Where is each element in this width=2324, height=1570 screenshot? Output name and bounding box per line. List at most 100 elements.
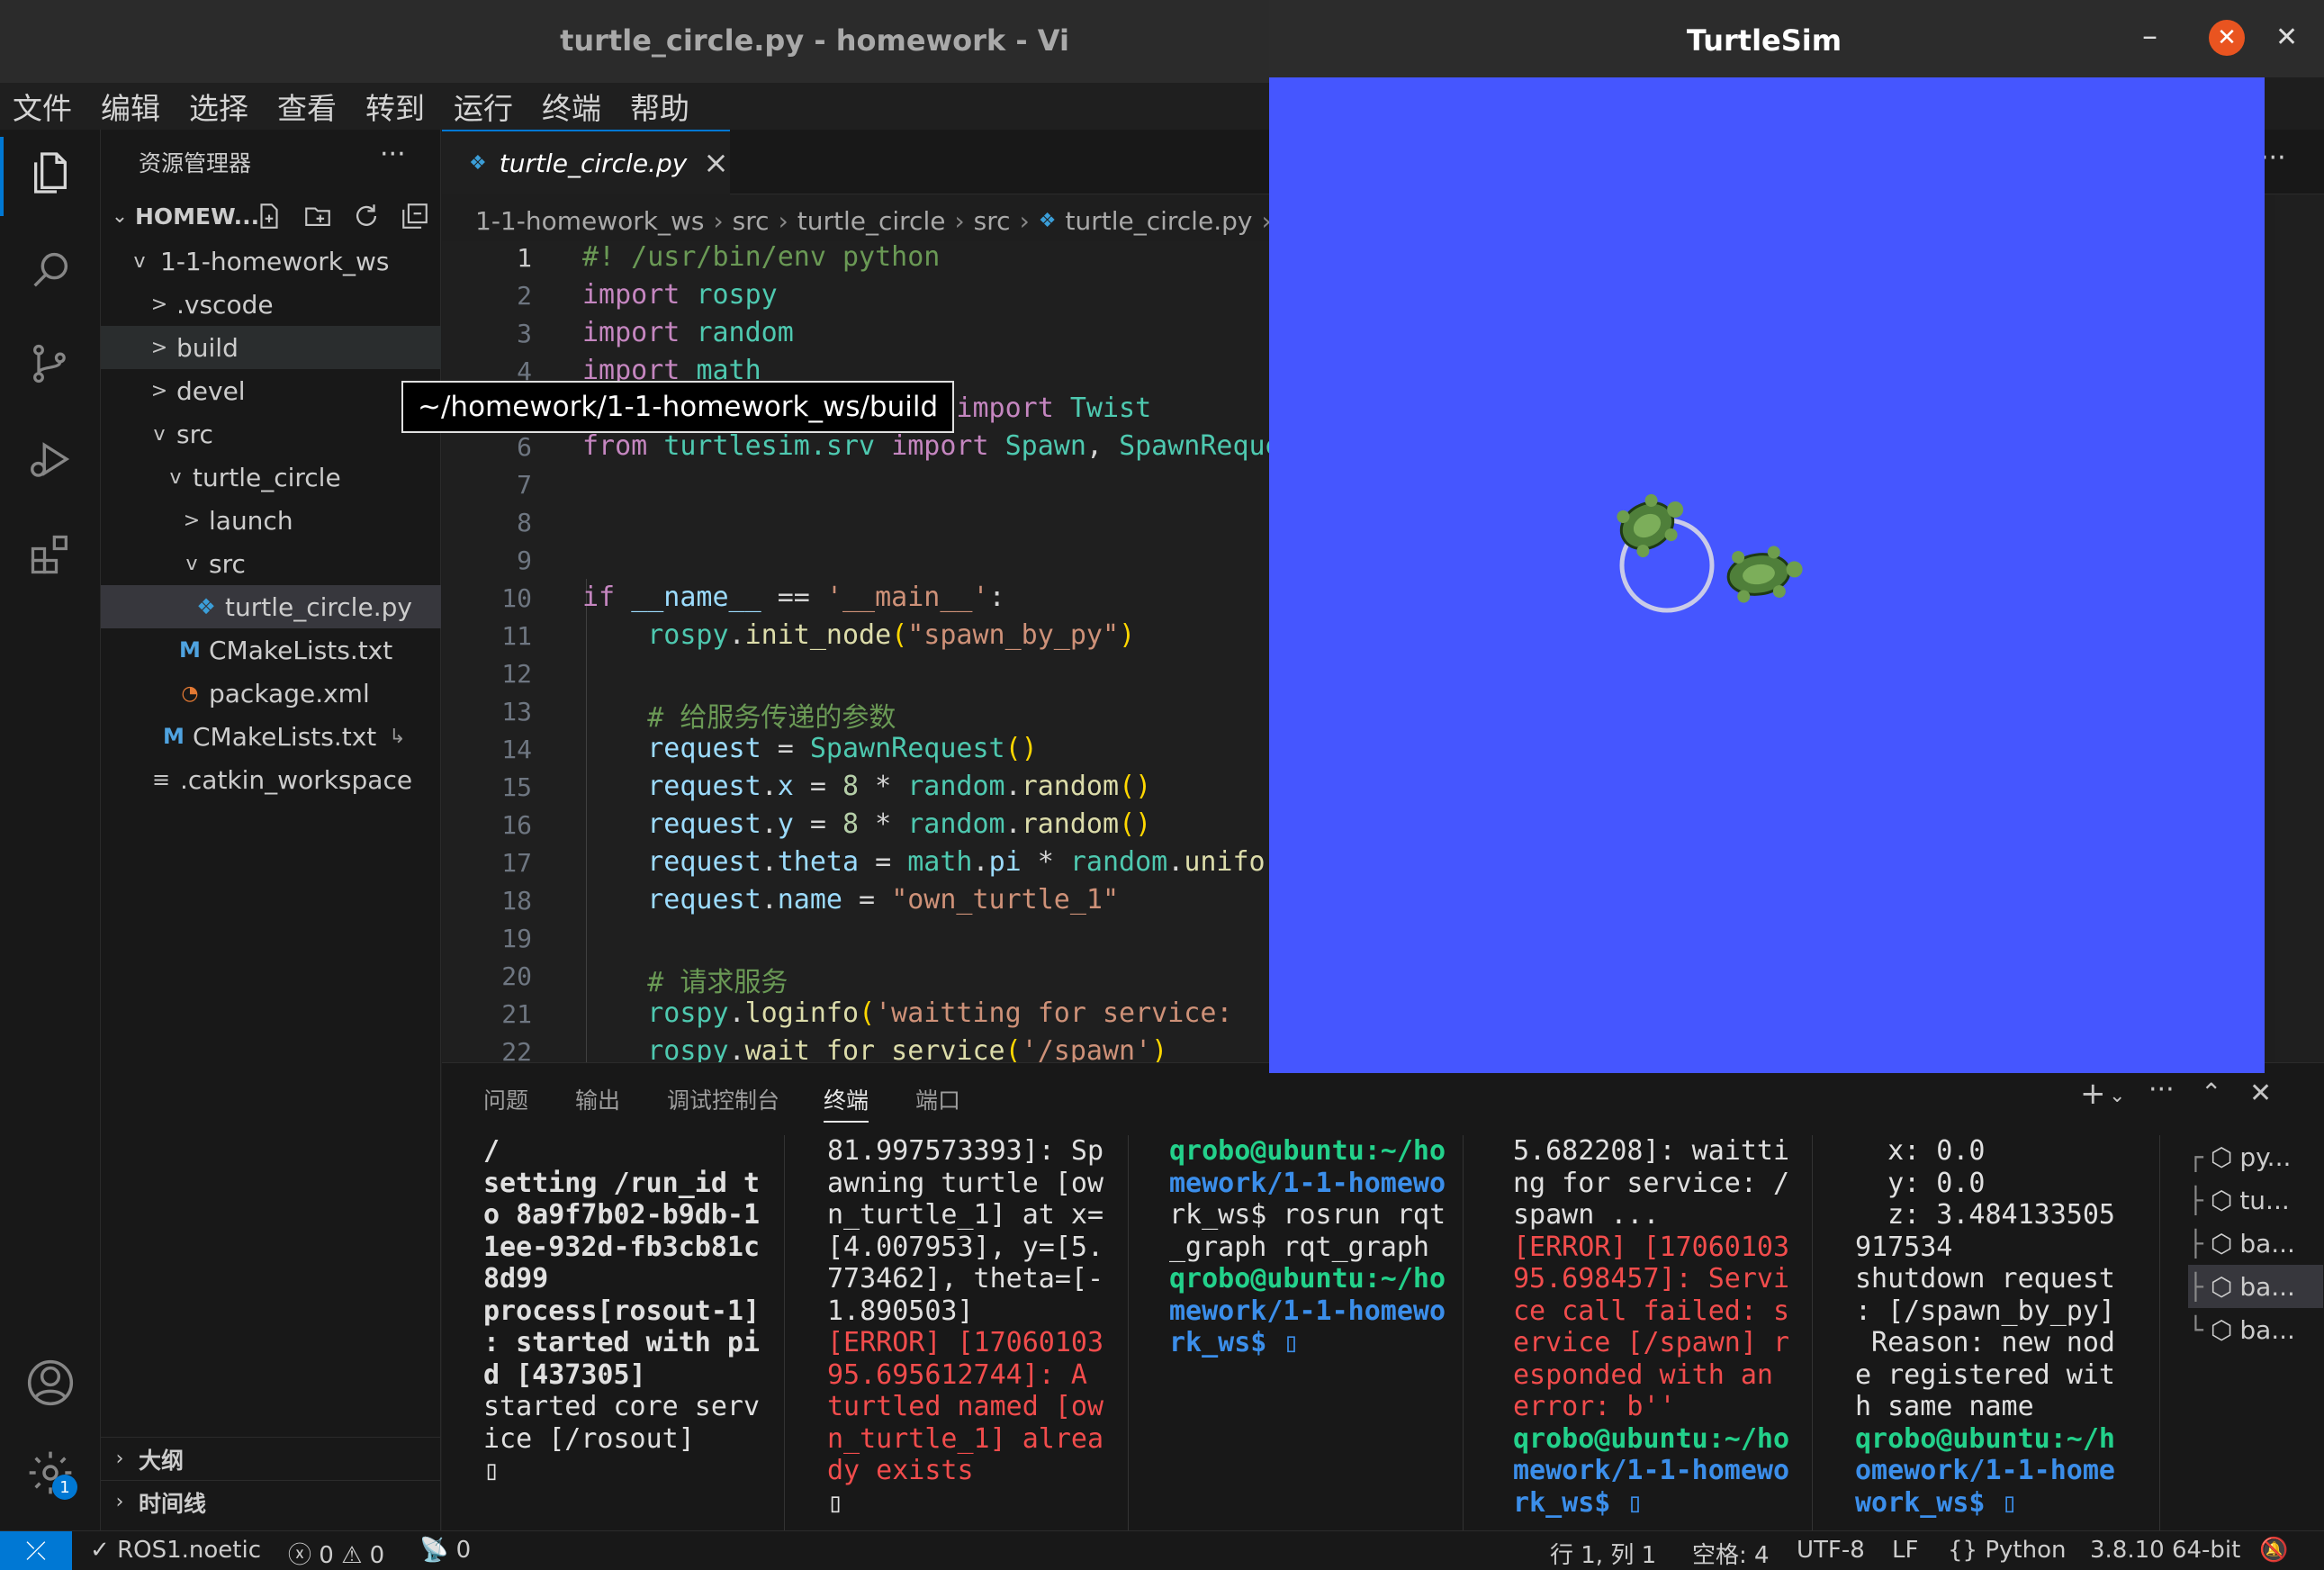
menu-help[interactable]: 帮助: [630, 85, 689, 128]
term-line: mework/1-1-homewo: [1513, 1455, 1790, 1486]
tree-label: CMakeLists.txt: [193, 721, 377, 752]
tree-file-cmakelists[interactable]: M CMakeLists.txt: [101, 628, 441, 672]
tab-turtle-circle-py[interactable]: ❖ turtle_circle.py ×: [442, 130, 730, 194]
terminal-list-item[interactable]: └ ⬡ ba...: [2188, 1308, 2323, 1351]
tree-file-cmakelists-root[interactable]: M CMakeLists.txt ↳: [101, 715, 441, 758]
tree-file-package-xml[interactable]: ◔ package.xml: [101, 672, 441, 715]
close-icon[interactable]: ✕: [2275, 22, 2298, 53]
chevron-right-icon: >: [150, 336, 168, 359]
line-number: 10: [501, 583, 532, 613]
tree-file-turtle-circle-py[interactable]: ❖ turtle_circle.py: [101, 585, 441, 628]
problems-status[interactable]: ⓧ 0 ⚠ 0: [288, 1537, 384, 1570]
code-line-21: rospy.wait_for_service('/spawn'): [647, 1035, 1168, 1062]
tree-folder-src-inner[interactable]: v src: [101, 542, 441, 585]
terminal-3[interactable]: qrobo@ubuntu:~/ho mework/1-1-homewo rk_ws$…: [1169, 1135, 1484, 1522]
tree-file-catkin-workspace[interactable]: ≡ .catkin_workspace: [101, 758, 441, 801]
tree-folder-launch[interactable]: > launch: [101, 499, 441, 542]
tree-folder-devel[interactable]: > devel: [101, 369, 441, 412]
terminal-list-item[interactable]: ├ ⬡ tu...: [2188, 1178, 2323, 1222]
breadcrumb-item[interactable]: src: [974, 206, 1011, 236]
menu-go[interactable]: 转到: [365, 85, 425, 128]
outline-section[interactable]: › 大纲: [101, 1437, 441, 1480]
cursor-position[interactable]: 行 1, 列 1: [1550, 1537, 1656, 1570]
breadcrumb-item[interactable]: turtle_circle: [797, 206, 946, 236]
extensions-icon[interactable]: [22, 526, 79, 583]
tab-problems[interactable]: 问题: [483, 1083, 528, 1115]
python-interpreter[interactable]: 3.8.10 64-bit: [2090, 1537, 2240, 1564]
menu-terminal[interactable]: 终端: [542, 85, 601, 128]
new-folder-icon[interactable]: [302, 201, 333, 231]
run-debug-icon[interactable]: [22, 430, 79, 488]
terminal-divider[interactable]: [2159, 1135, 2160, 1531]
tree-branch-icon: └: [2188, 1314, 2203, 1345]
terminal-list-item[interactable]: ├ ⬡ ba...: [2188, 1222, 2323, 1265]
workspace-header[interactable]: ⌄ HOMEW...: [101, 194, 441, 238]
terminal-1[interactable]: / setting /run_id to 8a9f7b02-b9db-1 1ee-9…: [483, 1135, 798, 1522]
term-line: 95.695612744]: A: [827, 1358, 1104, 1391]
explorer-icon[interactable]: [22, 144, 79, 202]
tree-folder-1-1-homework-ws[interactable]: v 1-1-homework_ws: [101, 239, 441, 283]
ports-status[interactable]: 📡 0: [419, 1537, 471, 1564]
search-icon[interactable]: [22, 241, 79, 299]
line-number: 9: [517, 546, 532, 575]
terminal-5[interactable]: x: 0.0 y: 0.0 z: 3.484133505 917534 shutdo…: [1855, 1135, 2170, 1522]
terminal-list-item[interactable]: ┌ ⬡ py...: [2188, 1135, 2323, 1178]
indentation[interactable]: 空格: 4: [1692, 1537, 1770, 1570]
warning-count: 0: [369, 1542, 385, 1569]
explorer-more-button[interactable]: ···: [380, 139, 406, 170]
eol[interactable]: LF: [1892, 1537, 1918, 1564]
source-control-icon[interactable]: [22, 335, 79, 392]
menu-run[interactable]: 运行: [454, 85, 513, 128]
terminal-divider[interactable]: [1812, 1135, 1813, 1531]
terminal-divider[interactable]: [1463, 1135, 1464, 1531]
new-file-icon[interactable]: [254, 201, 284, 231]
ros-profile[interactable]: ✓ ROS1.noetic: [90, 1537, 261, 1564]
tree-folder-turtle-circle[interactable]: v turtle_circle: [101, 456, 441, 499]
timeline-section[interactable]: › 时间线: [101, 1480, 441, 1523]
window-title: turtle_circle.py - homework - Vi: [560, 23, 1069, 58]
tree-label: .catkin_workspace: [180, 764, 413, 795]
terminal-list-item[interactable]: ├ ⬡ ba...: [2188, 1265, 2323, 1308]
tab-debug-console[interactable]: 调试控制台: [667, 1083, 779, 1115]
minimize-button[interactable]: –: [2142, 18, 2157, 54]
menu-file[interactable]: 文件: [13, 85, 72, 128]
term-line: o 8a9f7b02-b9db-1: [483, 1199, 761, 1231]
terminal-list-label: ba...: [2239, 1228, 2295, 1259]
tree-folder-vscode[interactable]: > .vscode: [101, 283, 441, 326]
collapse-all-icon[interactable]: [400, 201, 430, 231]
tab-terminal[interactable]: 终端: [824, 1083, 869, 1123]
tree-label: build: [176, 332, 239, 363]
term-line: : [/spawn_by_py]: [1855, 1295, 2115, 1327]
notifications-icon[interactable]: 🔕: [2259, 1537, 2288, 1564]
refresh-icon[interactable]: [351, 201, 382, 231]
tree-folder-src[interactable]: v src: [101, 412, 441, 456]
tree-folder-build[interactable]: > build: [101, 326, 441, 369]
close-button[interactable]: ✕: [2209, 20, 2245, 56]
menu-selection[interactable]: 选择: [189, 85, 248, 128]
chevron-down-icon[interactable]: ⌄: [2109, 1085, 2125, 1107]
check-icon: ✓: [90, 1537, 118, 1564]
code-editor[interactable]: 1 2 3 4 5 6 7 8 9 10 11 12 13 14 15 16 1…: [442, 241, 1270, 1062]
remote-icon[interactable]: ⤫: [0, 1531, 72, 1570]
line-number: 22: [501, 1037, 532, 1062]
breadcrumb-item[interactable]: src: [733, 206, 770, 236]
breadcrumb-item[interactable]: turtle_circle.py: [1066, 206, 1253, 236]
terminal-2[interactable]: 81.997573393]: Sp awning turtle [ow n_turt…: [827, 1135, 1142, 1522]
line-number: 1: [517, 243, 532, 273]
menu-view[interactable]: 查看: [277, 85, 337, 128]
terminal-divider[interactable]: [1128, 1135, 1129, 1531]
tab-ports[interactable]: 端口: [915, 1083, 960, 1115]
breadcrumb-item[interactable]: 1-1-homework_ws: [475, 206, 704, 236]
menu-edit[interactable]: 编辑: [101, 85, 160, 128]
terminal-4[interactable]: 5.682208]: waitti ng for service: / spawn …: [1513, 1135, 1828, 1522]
tab-output[interactable]: 输出: [575, 1083, 620, 1115]
terminal-divider[interactable]: [784, 1135, 785, 1531]
new-terminal-icon[interactable]: +: [2080, 1076, 2106, 1112]
close-icon[interactable]: ×: [703, 145, 729, 181]
language-mode[interactable]: {} Python: [1948, 1537, 2066, 1564]
account-icon[interactable]: [22, 1354, 79, 1412]
encoding[interactable]: UTF-8: [1797, 1537, 1865, 1564]
manage-gear-icon[interactable]: 1: [22, 1444, 79, 1502]
maximize-panel-icon[interactable]: ⌃: [2201, 1078, 2221, 1107]
close-panel-icon[interactable]: ✕: [2249, 1078, 2272, 1109]
